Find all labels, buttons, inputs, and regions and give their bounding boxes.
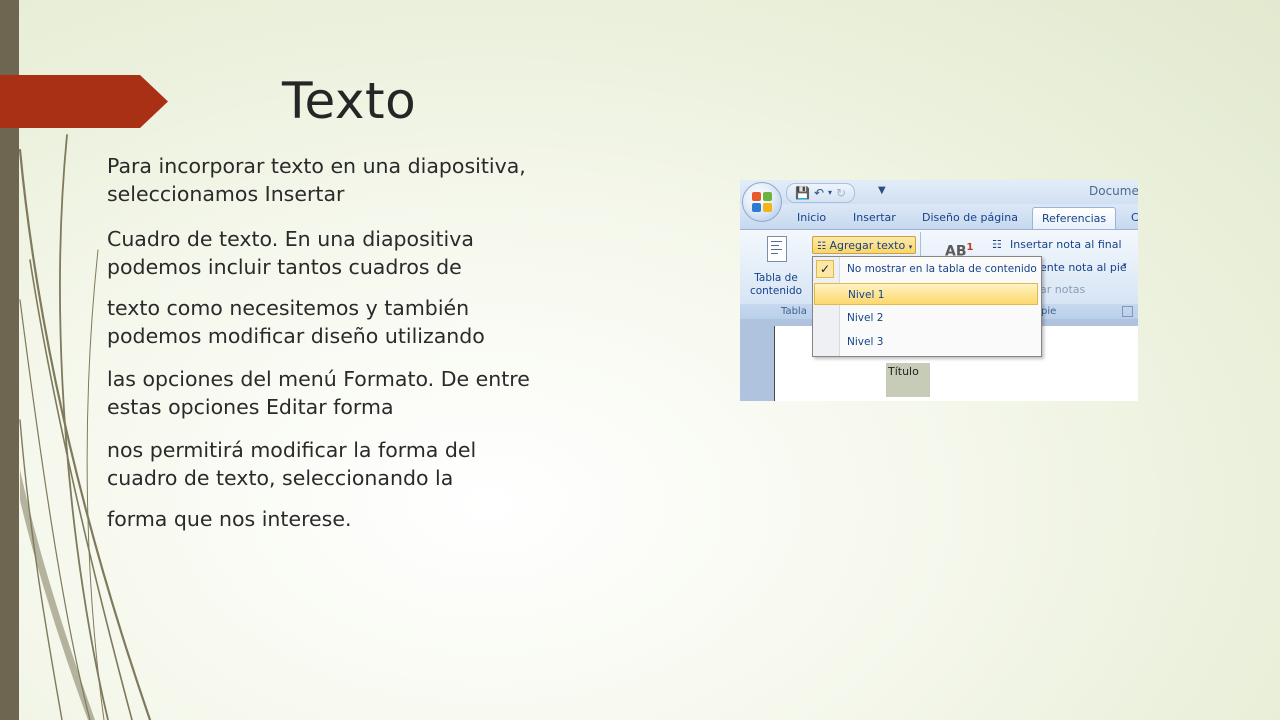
menu-item-nivel-2[interactable]: Nivel 2 [813,307,1041,329]
menu-item-nivel-3[interactable]: Nivel 3 [813,331,1041,353]
menu-item-do-not-show[interactable]: ✓ No mostrar en la tabla de contenido [813,258,1041,280]
group-label-footnotes: pie [1041,306,1057,317]
tab-diseno-pagina[interactable]: Diseño de página [922,211,1018,224]
chevron-down-icon[interactable]: ▾ [1123,261,1127,269]
title-arrow-shape [0,75,168,128]
tab-inicio[interactable]: Inicio [797,211,826,224]
body-text: Para incorporar texto en una diapositiva… [107,152,607,533]
word-ribbon-screenshot: 💾 ↶ ▾ ↻ ▼ Docume Inicio Insertar Diseño … [740,180,1138,401]
tab-insertar[interactable]: Insertar [853,211,896,224]
customize-qat-icon[interactable]: ▼ [878,185,886,196]
tab-more[interactable]: C [1131,211,1138,224]
chevron-down-icon: ▾ [908,243,913,251]
toc-button-label[interactable]: Tabla de contenido [746,272,806,298]
tab-referencias[interactable]: Referencias [1032,207,1117,230]
office-button[interactable] [742,182,782,222]
document-title: Docume [1089,184,1138,198]
insert-endnote-button[interactable]: Insertar nota al final [1010,238,1122,251]
next-footnote-button[interactable]: ente nota al pie [1040,261,1127,274]
add-text-dropdown-menu: ✓ No mostrar en la tabla de contenido Ni… [812,256,1042,357]
slide: Texto Para incorporar texto en una diapo… [0,0,1280,720]
add-text-icon: ☷ [817,241,826,252]
undo-icon[interactable]: ↶ [814,185,824,201]
menu-item-nivel-1[interactable]: Nivel 1 [814,283,1038,305]
dropdown-arrow-icon[interactable]: ▾ [828,185,832,201]
paragraph: texto como necesitemos y también podemos… [107,296,485,348]
quick-access-toolbar: 💾 ↶ ▾ ↻ [786,183,856,203]
document-heading: Título [886,363,930,397]
add-text-label: Agregar texto [829,239,906,252]
slide-title: Texto [282,72,417,130]
insert-endnote-icon[interactable]: ☷ [992,238,1002,251]
checkmark-icon: ✓ [816,260,834,278]
add-text-button[interactable]: ☷ Agregar texto ▾ [812,236,916,254]
paragraph: Para incorporar texto en una diapositiva… [107,154,526,206]
group-label-toc: Tabla [781,306,807,317]
show-notes-button[interactable]: ar notas [1040,283,1085,296]
paragraph: forma que nos interese. [107,507,352,531]
dialog-launcher-icon[interactable] [1122,306,1133,317]
table-of-contents-icon[interactable] [767,236,787,262]
office-logo-icon [752,192,772,212]
title-bar: 💾 ↶ ▾ ↻ ▼ Docume [740,180,1138,204]
redo-icon[interactable]: ↻ [836,185,846,201]
paragraph: Cuadro de texto. En una diapositiva pode… [107,227,474,279]
paragraph: nos permitirá modificar la forma del cua… [107,438,477,490]
paragraph: las opciones del menú Formato. De entre … [107,367,530,419]
save-icon[interactable]: 💾 [795,185,810,201]
ribbon-tabs: Inicio Insertar Diseño de página Referen… [740,207,1138,230]
